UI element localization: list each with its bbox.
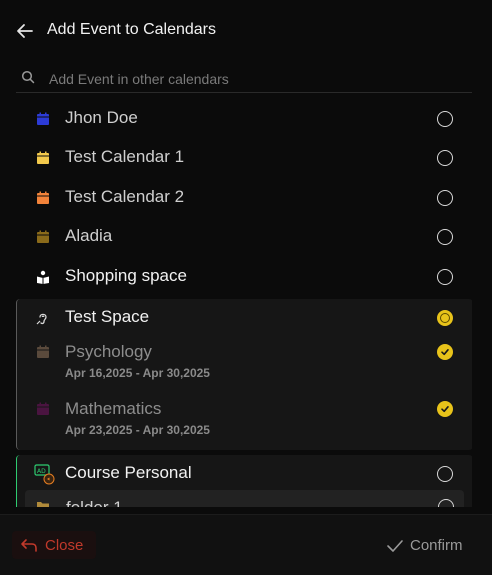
space-group-course-personal: AD Course Personal folder 1 [16, 455, 472, 507]
radio-button[interactable] [437, 229, 453, 245]
folder-icon [37, 502, 49, 507]
hearing-icon [36, 313, 47, 325]
folder-item-folder-1[interactable]: folder 1 [25, 490, 464, 507]
radio-button[interactable] [438, 499, 454, 507]
calendar-icon [37, 151, 49, 164]
calendar-label: Test Calendar 1 [65, 147, 185, 166]
calendar-label: Mathematics [65, 399, 162, 418]
space-label: Course Personal [65, 463, 192, 482]
calendar-icon [37, 191, 49, 204]
search-input[interactable] [47, 68, 471, 90]
back-arrow-icon[interactable] [15, 21, 35, 41]
date-range: Apr 23,2025 - Apr 30,2025 [65, 423, 210, 437]
calendar-item-psychology[interactable]: Psychology Apr 16,2025 - Apr 30,2025 [16, 336, 472, 386]
space-group-test-space: Test Space Psychology Apr 16,2025 - Apr … [16, 299, 472, 450]
calendar-item-test-calendar-1[interactable]: Test Calendar 1 [16, 139, 472, 177]
calendar-item-jhon-doe[interactable]: Jhon Doe [16, 100, 472, 138]
radio-button[interactable] [437, 190, 453, 206]
space-label: Test Space [65, 307, 150, 326]
space-item-shopping-space[interactable]: Shopping space [16, 258, 472, 296]
check-icon [387, 540, 403, 552]
confirm-label: Confirm [410, 537, 463, 554]
radio-button[interactable] [437, 466, 453, 482]
book-icon [37, 270, 49, 284]
calendar-item-test-calendar-2[interactable]: Test Calendar 2 [16, 179, 472, 217]
svg-text:AD: AD [37, 468, 46, 475]
date-range: Apr 16,2025 - Apr 30,2025 [65, 366, 210, 380]
calendar-icon [37, 345, 49, 358]
radio-button[interactable] [437, 150, 453, 166]
search-icon [21, 70, 35, 84]
calendar-item-mathematics[interactable]: Mathematics Apr 23,2025 - Apr 30,2025 [16, 393, 472, 443]
close-button[interactable]: Close [12, 531, 96, 559]
calendar-label: Jhon Doe [65, 108, 138, 127]
radio-button-selected[interactable] [437, 310, 453, 326]
radio-button[interactable] [437, 269, 453, 285]
undo-arrow-icon [21, 539, 37, 552]
checkmark-circle-icon[interactable] [437, 344, 453, 360]
checkmark-circle-icon[interactable] [437, 401, 453, 417]
calendar-icon [37, 402, 49, 415]
radio-button[interactable] [437, 111, 453, 127]
calendar-icon [37, 230, 49, 243]
header: Add Event to Calendars [0, 0, 492, 60]
calendar-item-aladia[interactable]: Aladia [16, 218, 472, 256]
calendar-label: Test Calendar 2 [65, 187, 185, 206]
search-bar [16, 65, 472, 93]
confirm-button[interactable]: Confirm [386, 531, 476, 559]
footer-bar: Close Confirm [0, 514, 492, 575]
page-title: Add Event to Calendars [47, 21, 216, 38]
calendar-list: Jhon Doe Test Calendar 1 Test Calendar 2… [16, 100, 472, 507]
ad-icon: AD [34, 464, 55, 485]
space-item-test-space[interactable]: Test Space [16, 299, 472, 337]
folder-label: folder 1 [66, 498, 123, 507]
calendar-label: Aladia [65, 226, 113, 245]
space-item-course-personal[interactable]: AD Course Personal [16, 455, 472, 493]
calendar-icon [37, 112, 49, 125]
close-label: Close [45, 537, 84, 554]
calendar-label: Psychology [65, 342, 152, 361]
space-label: Shopping space [65, 266, 187, 285]
